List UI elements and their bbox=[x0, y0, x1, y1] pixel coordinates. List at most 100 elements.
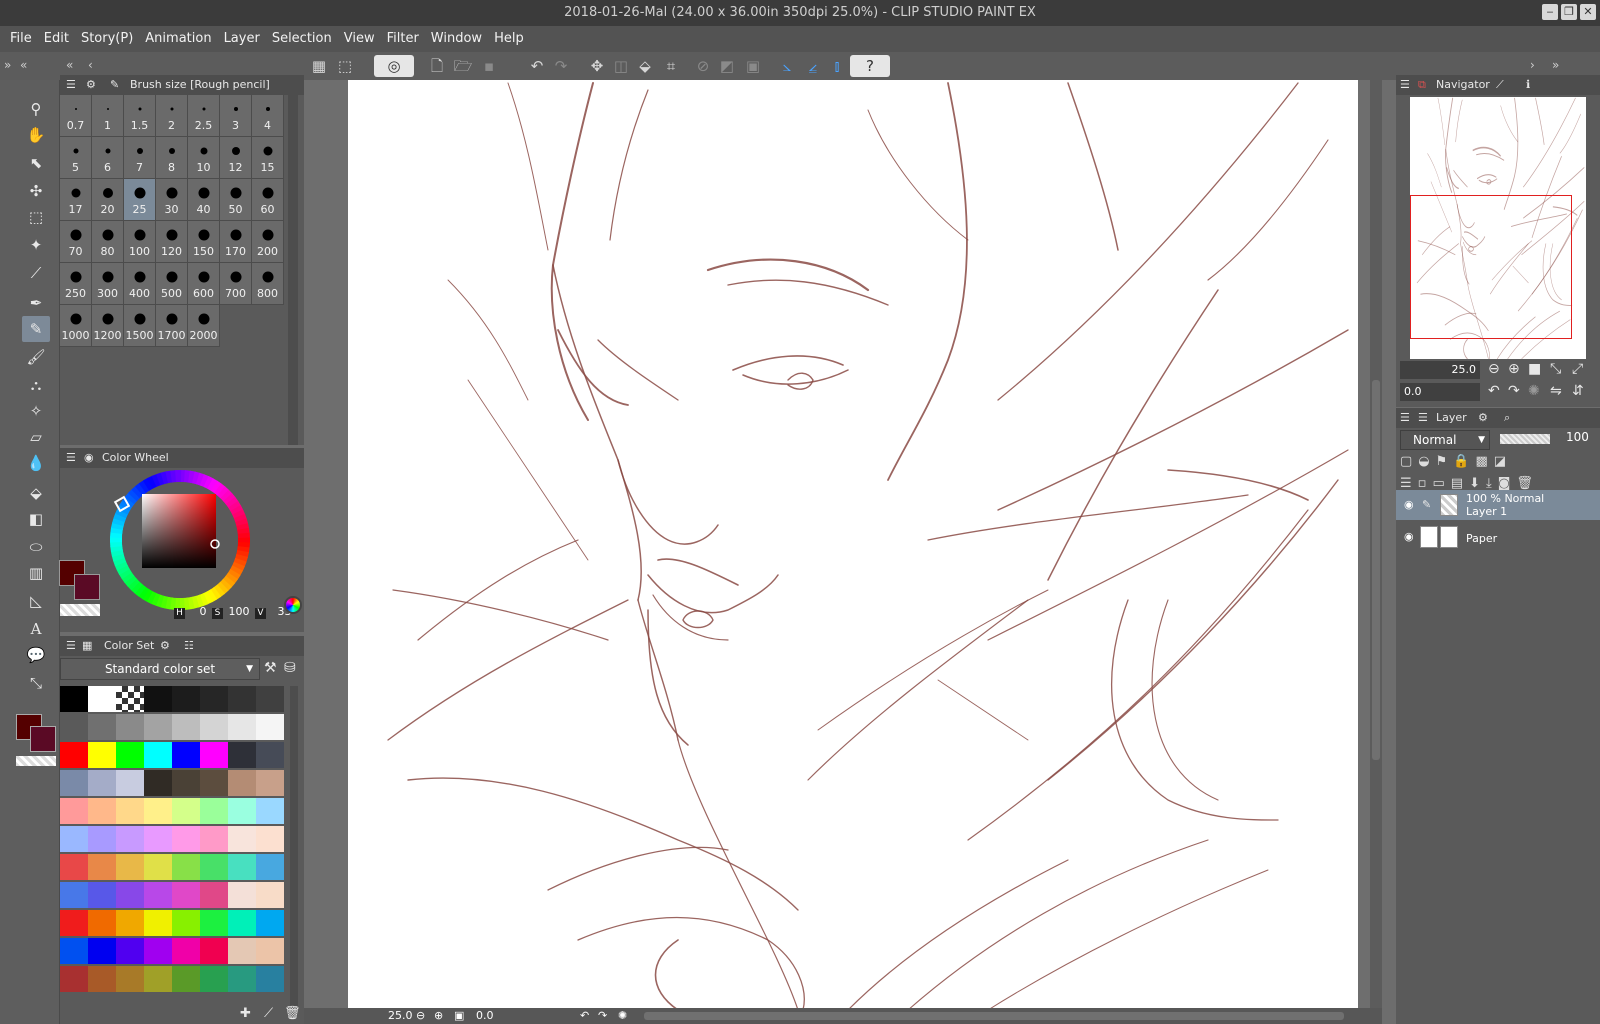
layer-property-tab-icon[interactable]: ⚙ bbox=[1478, 408, 1488, 428]
color-swatch[interactable] bbox=[88, 770, 116, 796]
brush-size-option[interactable]: 120 bbox=[156, 221, 188, 263]
clip-icon[interactable]: ◒ bbox=[1418, 454, 1435, 469]
color-swatch[interactable] bbox=[172, 686, 200, 712]
brush-size-option[interactable]: 2 bbox=[156, 95, 188, 137]
ruler-icon[interactable]: ⦣ bbox=[776, 55, 798, 77]
expand-left-icon[interactable]: « bbox=[20, 58, 27, 72]
mask-icon[interactable]: ◪ bbox=[1494, 454, 1512, 469]
brush-size-option[interactable]: 40 bbox=[188, 179, 220, 221]
clip-studio-icon[interactable]: ◎ bbox=[374, 55, 414, 77]
fit-window-icon[interactable]: ⤢ bbox=[1572, 361, 1583, 377]
brush-size-scrollbar[interactable] bbox=[288, 95, 298, 445]
close-icon[interactable]: ✕ bbox=[1580, 4, 1596, 20]
menu-animation[interactable]: Animation bbox=[139, 26, 217, 52]
color-swatch[interactable] bbox=[228, 770, 256, 796]
navigator-angle-field[interactable]: 0.0 bbox=[1400, 383, 1480, 401]
blend-mode-select[interactable]: Normal ▼ bbox=[1400, 430, 1490, 450]
brush-size-option[interactable]: 700 bbox=[220, 263, 252, 305]
correct-line-icon[interactable]: ⤡ bbox=[22, 670, 50, 696]
color-swatch[interactable] bbox=[116, 686, 144, 712]
operation-icon[interactable]: ⬉ bbox=[22, 150, 50, 176]
color-swatch[interactable] bbox=[116, 882, 144, 908]
brush-size-option[interactable]: 8 bbox=[156, 137, 188, 179]
delete-layer-icon[interactable]: 🗑 bbox=[1516, 476, 1539, 491]
new-raster-layer-icon[interactable]: ▫ bbox=[1418, 476, 1433, 491]
cw-transparent[interactable] bbox=[60, 604, 100, 616]
brush-size-option[interactable]: 25 bbox=[124, 179, 156, 221]
color-swatch[interactable] bbox=[60, 966, 88, 992]
reset-rotation-icon[interactable]: ✺ bbox=[1528, 383, 1540, 399]
navigator-view-frame[interactable] bbox=[1410, 195, 1572, 339]
color-swatch[interactable] bbox=[256, 910, 284, 936]
expand-right-icon[interactable]: » bbox=[1552, 58, 1559, 72]
color-swatch[interactable] bbox=[172, 798, 200, 824]
pen-edit-icon[interactable]: ✎ bbox=[1422, 498, 1431, 511]
color-swatch[interactable] bbox=[228, 966, 256, 992]
eye-icon[interactable]: ◉ bbox=[1404, 498, 1414, 511]
brush-size-option[interactable]: 1700 bbox=[156, 305, 188, 347]
brush-size-option[interactable]: 800 bbox=[252, 263, 284, 305]
color-swatch[interactable] bbox=[116, 826, 144, 852]
flip-vertical-icon[interactable]: ⇵ bbox=[1572, 383, 1584, 399]
menu-story[interactable]: Story(P) bbox=[75, 26, 139, 52]
brush-size-option[interactable]: 1000 bbox=[60, 305, 92, 347]
color-swatch[interactable] bbox=[172, 826, 200, 852]
zoom-icon[interactable]: ⚲ bbox=[22, 96, 50, 122]
sub-color-swatch[interactable] bbox=[30, 726, 56, 752]
color-swatch[interactable] bbox=[200, 770, 228, 796]
figure-icon[interactable]: ⬭ bbox=[22, 534, 50, 560]
frame-icon[interactable]: ▥ bbox=[22, 560, 50, 586]
color-swatch[interactable] bbox=[60, 938, 88, 964]
color-swatch[interactable] bbox=[228, 798, 256, 824]
color-history-tab-icon[interactable]: ☷ bbox=[184, 636, 194, 656]
balloon-icon[interactable]: 💬 bbox=[22, 642, 50, 668]
brush-size-option[interactable]: 1 bbox=[92, 95, 124, 137]
rotate-left-icon[interactable]: ↶ bbox=[1488, 383, 1500, 399]
delete-color-icon[interactable]: 🗑 bbox=[284, 1006, 301, 1021]
lock-alpha-icon[interactable]: ▩ bbox=[1475, 454, 1493, 469]
color-swatch[interactable] bbox=[172, 854, 200, 880]
color-swatch[interactable] bbox=[88, 882, 116, 908]
color-swatch[interactable] bbox=[60, 686, 88, 712]
new-folder-icon[interactable]: ▤ bbox=[1451, 476, 1469, 491]
zoom-out-icon[interactable]: ⊖ bbox=[1488, 361, 1500, 377]
color-swatch[interactable] bbox=[256, 770, 284, 796]
menu-file[interactable]: File bbox=[4, 26, 38, 52]
color-swatch[interactable] bbox=[144, 966, 172, 992]
color-swatch[interactable] bbox=[228, 686, 256, 712]
panel-menu-icon[interactable]: ☰ bbox=[1400, 408, 1410, 428]
eraser-icon[interactable]: ▱ bbox=[22, 424, 50, 450]
decoration-icon[interactable]: ✧ bbox=[22, 398, 50, 424]
flip-horizontal-icon[interactable]: ⇋ bbox=[1550, 383, 1562, 399]
brush-size-option[interactable]: 15 bbox=[252, 137, 284, 179]
new-file-icon[interactable]: 🗋 bbox=[426, 55, 448, 77]
color-swatch[interactable] bbox=[60, 798, 88, 824]
color-swatch[interactable] bbox=[200, 882, 228, 908]
zoom-out-icon[interactable]: ⊖ bbox=[416, 1009, 425, 1022]
color-swatch[interactable] bbox=[172, 770, 200, 796]
brush-size-option[interactable]: 150 bbox=[188, 221, 220, 263]
brush-size-option[interactable]: 170 bbox=[220, 221, 252, 263]
color-swatch[interactable] bbox=[88, 686, 116, 712]
layer-row[interactable]: ◉ Paper bbox=[1396, 522, 1600, 552]
color-swatch[interactable] bbox=[228, 882, 256, 908]
color-swatch[interactable] bbox=[172, 742, 200, 768]
save-icon[interactable]: ▪ bbox=[478, 55, 500, 77]
brush-tab-icon[interactable]: ✎ bbox=[110, 75, 119, 95]
color-swatch[interactable] bbox=[200, 742, 228, 768]
color-swatch[interactable] bbox=[144, 686, 172, 712]
panel-menu-icon[interactable]: ☰ bbox=[66, 448, 76, 468]
color-swatch[interactable] bbox=[60, 882, 88, 908]
add-color-icon[interactable]: ✚ bbox=[240, 1006, 251, 1021]
color-swatch[interactable] bbox=[60, 742, 88, 768]
color-swatch[interactable] bbox=[60, 770, 88, 796]
color-swatch[interactable] bbox=[116, 938, 144, 964]
color-mode-icon[interactable] bbox=[284, 596, 302, 614]
canvas-horizontal-scrollbar[interactable] bbox=[644, 1012, 1344, 1020]
brush-icon[interactable]: 🖌 bbox=[22, 344, 50, 370]
minimize-icon[interactable]: ‒ bbox=[1542, 4, 1558, 20]
color-swatch[interactable] bbox=[256, 854, 284, 880]
lock-icon[interactable]: 🔒 bbox=[1453, 454, 1475, 469]
color-swatch[interactable] bbox=[228, 714, 256, 740]
hue-ring[interactable] bbox=[108, 468, 252, 612]
